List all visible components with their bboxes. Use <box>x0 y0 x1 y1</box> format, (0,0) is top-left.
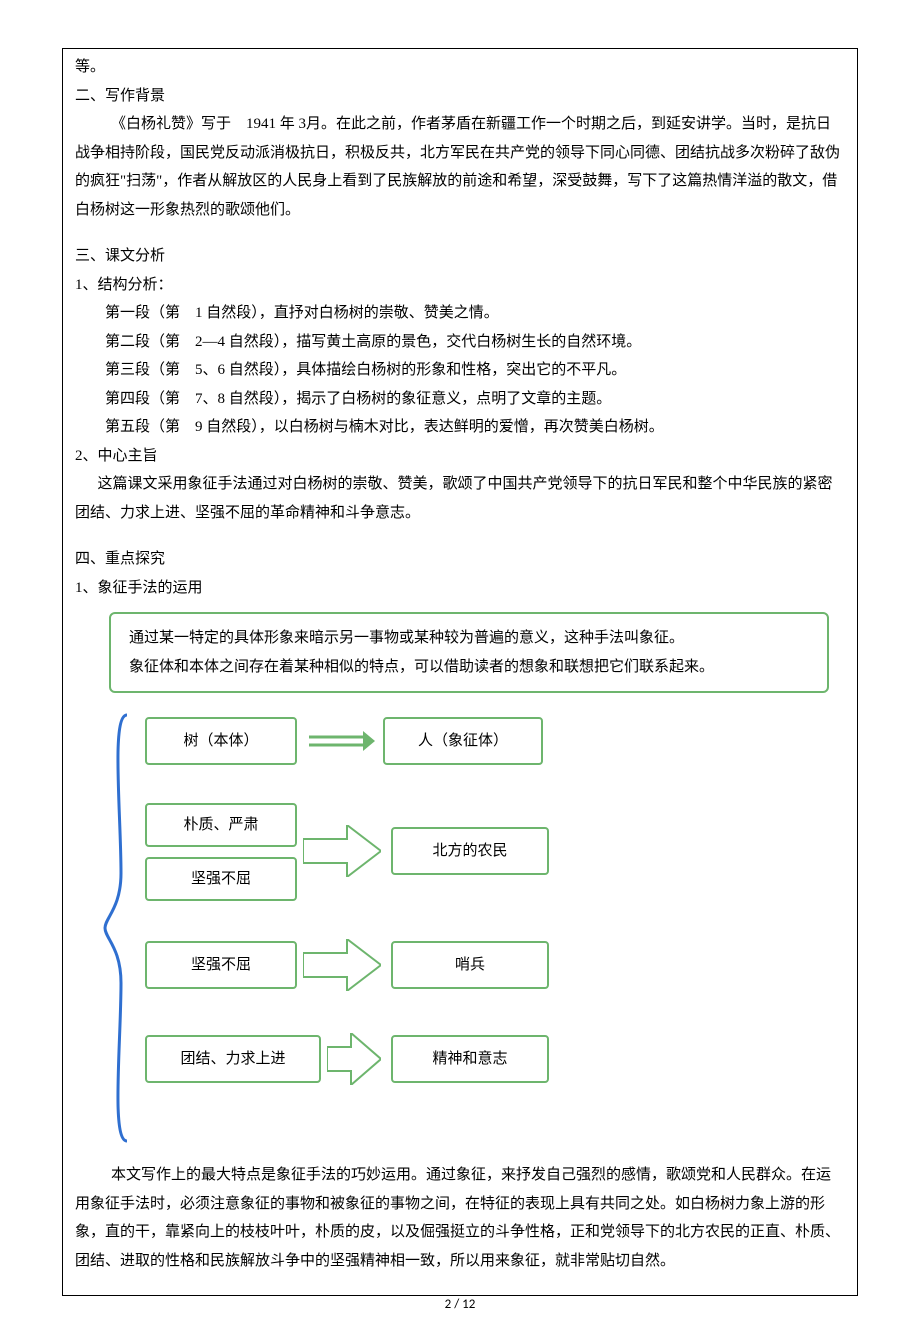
page-total: 12 <box>462 1297 475 1312</box>
symbolism-diagram: 树（本体） 人（象征体） 朴质、严肃 坚强不屈 北方的农民 坚强不屈 哨兵 团结… <box>103 713 845 1143</box>
page: 等。 二、写作背景 《白杨礼赞》写于 1941 年 3月。在此之前，作者茅盾在新… <box>0 0 920 1336</box>
callout-line: 通过某一特定的具体形象来暗示另一事物或某种较为普遍的意义，这种手法叫象征。 <box>129 624 809 653</box>
section-4-heading: 四、重点探究 <box>75 545 845 574</box>
node-trait-plain: 朴质、严肃 <box>145 803 297 847</box>
hollow-arrow-icon <box>303 939 381 991</box>
structure-line: 第一段（第 1 自然段），直抒对白杨树的崇敬、赞美之情。 <box>105 299 845 328</box>
node-farmers: 北方的农民 <box>391 827 549 875</box>
structure-line: 第五段（第 9 自然段），以白杨树与楠木对比，表达鲜明的爱憎，再次赞美白杨树。 <box>105 413 845 442</box>
brace-icon <box>103 713 129 1143</box>
node-trait-unyield2: 坚强不屈 <box>145 941 297 989</box>
page-number: 2 <box>445 1297 452 1312</box>
structure-line: 第四段（第 7、8 自然段），揭示了白杨树的象征意义，点明了文章的主题。 <box>105 385 845 414</box>
double-arrow-icon <box>305 729 375 753</box>
page-footer: 2 / 12 <box>0 1293 920 1318</box>
node-person-symbol: 人（象征体） <box>383 717 543 765</box>
structure-line: 第三段（第 5、6 自然段），具体描绘白杨树的形象和性格，突出它的不平凡。 <box>105 356 845 385</box>
node-sentry: 哨兵 <box>391 941 549 989</box>
section-2-heading: 二、写作背景 <box>75 82 845 111</box>
callout-line: 象征体和本体之间存在着某种相似的特点，可以借助读者的想象和联想把它们联系起来。 <box>129 653 809 682</box>
continuation-text: 等。 <box>75 53 845 82</box>
node-trait-unyield: 坚强不屈 <box>145 857 297 901</box>
theme-body: 这篇课文采用象征手法通过对白杨树的崇敬、赞美，歌颂了中国共产党领导下的抗日军民和… <box>75 470 845 527</box>
structure-list: 第一段（第 1 自然段），直抒对白杨树的崇敬、赞美之情。 第二段（第 2—4 自… <box>75 299 845 442</box>
hollow-arrow-icon <box>303 825 381 877</box>
hollow-arrow-icon <box>327 1033 381 1085</box>
section-3-heading: 三、课文分析 <box>75 242 845 271</box>
content-frame: 等。 二、写作背景 《白杨礼赞》写于 1941 年 3月。在此之前，作者茅盾在新… <box>62 48 858 1296</box>
symbolism-heading: 1、象征手法的运用 <box>75 574 845 603</box>
section-4-body: 本文写作上的最大特点是象征手法的巧妙运用。通过象征，来抒发自己强烈的感情，歌颂党… <box>75 1161 845 1275</box>
page-sep: / <box>454 1297 459 1312</box>
node-spirit: 精神和意志 <box>391 1035 549 1083</box>
structure-line: 第二段（第 2—4 自然段），描写黄土高原的景色，交代白杨树生长的自然环境。 <box>105 328 845 357</box>
node-tree-body: 树（本体） <box>145 717 297 765</box>
callout-box: 通过某一特定的具体形象来暗示另一事物或某种较为普遍的意义，这种手法叫象征。 象征… <box>109 612 829 693</box>
theme-heading: 2、中心主旨 <box>75 442 845 471</box>
structure-heading: 1、结构分析： <box>75 271 845 300</box>
node-trait-unity: 团结、力求上进 <box>145 1035 321 1083</box>
section-2-body: 《白杨礼赞》写于 1941 年 3月。在此之前，作者茅盾在新疆工作一个时期之后，… <box>75 110 845 224</box>
